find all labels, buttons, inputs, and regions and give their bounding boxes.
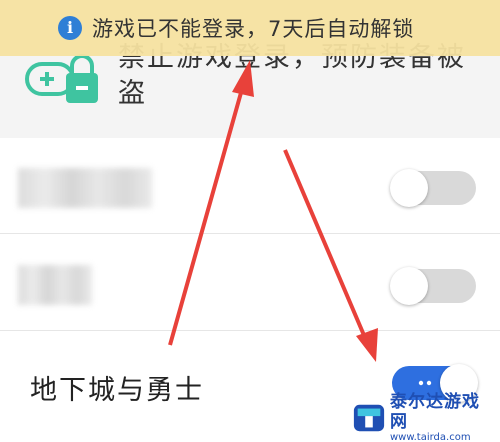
game-row — [0, 138, 500, 234]
toast-notification: i 游戏已不能登录，7天后自动解锁 — [0, 0, 500, 56]
game-name: 地下城与勇士 — [30, 375, 204, 406]
tairda-logo-icon — [353, 404, 385, 432]
lock-add-icon — [25, 54, 98, 103]
toggle-knob — [390, 169, 428, 207]
watermark: 泰尔达游戏网 www.tairda.com — [352, 392, 492, 442]
toggle-knob — [390, 267, 428, 305]
watermark-name: 泰尔达游戏网 — [390, 392, 480, 432]
watermark-url: www.tairda.com — [390, 432, 471, 442]
game-row — [0, 235, 500, 331]
lock-toggle-1[interactable] — [390, 169, 476, 207]
toast-message: 游戏已不能登录，7天后自动解锁 — [92, 17, 415, 41]
info-icon: i — [58, 16, 82, 40]
lock-toggle-2[interactable] — [390, 267, 476, 305]
toggle-dots-icon — [418, 380, 432, 386]
blurred-game-name — [18, 168, 152, 208]
blurred-game-name — [18, 265, 92, 305]
